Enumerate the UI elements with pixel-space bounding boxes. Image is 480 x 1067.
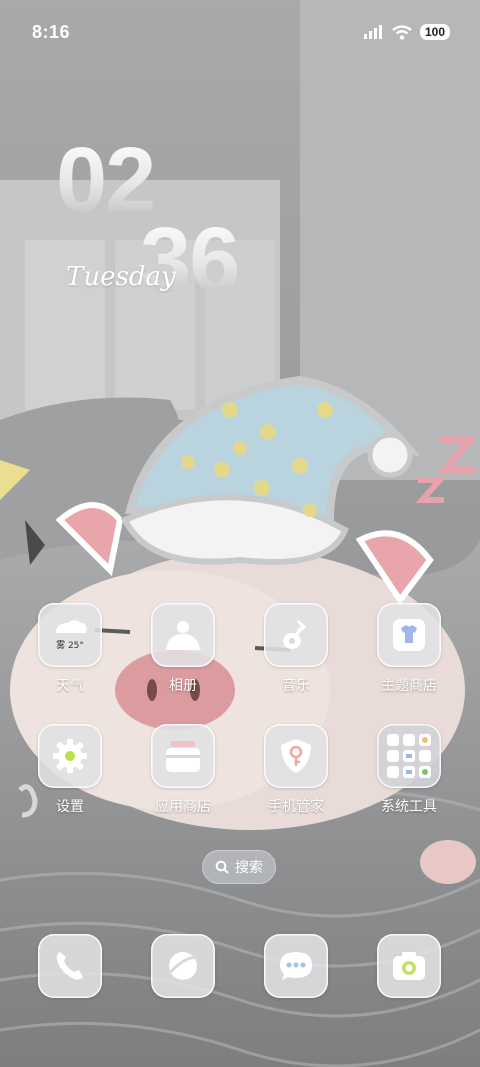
status-icons: 100 xyxy=(363,24,450,40)
phone-manager-icon[interactable] xyxy=(264,724,328,788)
clock-minute: 36 xyxy=(140,209,240,311)
weather-icon[interactable]: 雾 25° xyxy=(38,603,102,667)
app-label-weather: 天气 xyxy=(56,678,84,694)
app-label-phone-manager: 手机管家 xyxy=(268,799,324,815)
theme-store-icon[interactable] xyxy=(377,603,441,667)
app-label-music: 音乐 xyxy=(282,678,310,694)
music-icon[interactable] xyxy=(264,603,328,667)
app-label-app-store: 应用商店 xyxy=(155,799,211,815)
browser-icon xyxy=(166,952,199,980)
camera-icon xyxy=(393,952,425,980)
gallery-icon[interactable] xyxy=(151,603,215,667)
dock-browser[interactable] xyxy=(151,934,215,998)
app-label-gallery: 相册 xyxy=(169,678,197,694)
status-time: 8:16 xyxy=(32,22,71,42)
app-app-store[interactable]: 应用商店 xyxy=(127,724,239,816)
app-label-settings: 设置 xyxy=(56,799,84,815)
dock-messages[interactable] xyxy=(264,934,328,998)
app-settings[interactable]: 设置 xyxy=(14,724,126,816)
app-label-system-tools: 系统工具 xyxy=(381,799,437,815)
signal-icon xyxy=(363,25,382,39)
app-music[interactable]: 音乐 xyxy=(240,603,352,695)
app-gallery[interactable]: 相册 xyxy=(127,603,239,695)
app-system-tools[interactable]: 系统工具 xyxy=(353,724,465,816)
battery-indicator: 100 xyxy=(419,24,450,40)
weather-badge: 雾 25° xyxy=(56,640,84,651)
search-button[interactable]: 搜索 xyxy=(202,850,276,884)
phone-icon xyxy=(56,952,83,980)
app-phone-manager[interactable]: 手机管家 xyxy=(240,724,352,816)
dock-phone[interactable] xyxy=(38,934,102,998)
app-weather[interactable]: 雾 25° 天气 xyxy=(14,603,126,695)
app-theme-store[interactable]: 主题商店 xyxy=(353,603,465,695)
settings-icon[interactable] xyxy=(38,724,102,788)
app-label-theme-store: 主题商店 xyxy=(381,678,437,694)
wifi-icon xyxy=(392,24,412,40)
system-tools-folder-icon[interactable] xyxy=(377,724,441,788)
messages-icon xyxy=(280,952,312,980)
app-store-icon[interactable] xyxy=(151,724,215,788)
search-icon xyxy=(215,860,229,874)
dock-camera[interactable] xyxy=(377,934,441,998)
clock-day: Tuesday xyxy=(66,262,176,292)
search-label: 搜索 xyxy=(235,860,263,876)
